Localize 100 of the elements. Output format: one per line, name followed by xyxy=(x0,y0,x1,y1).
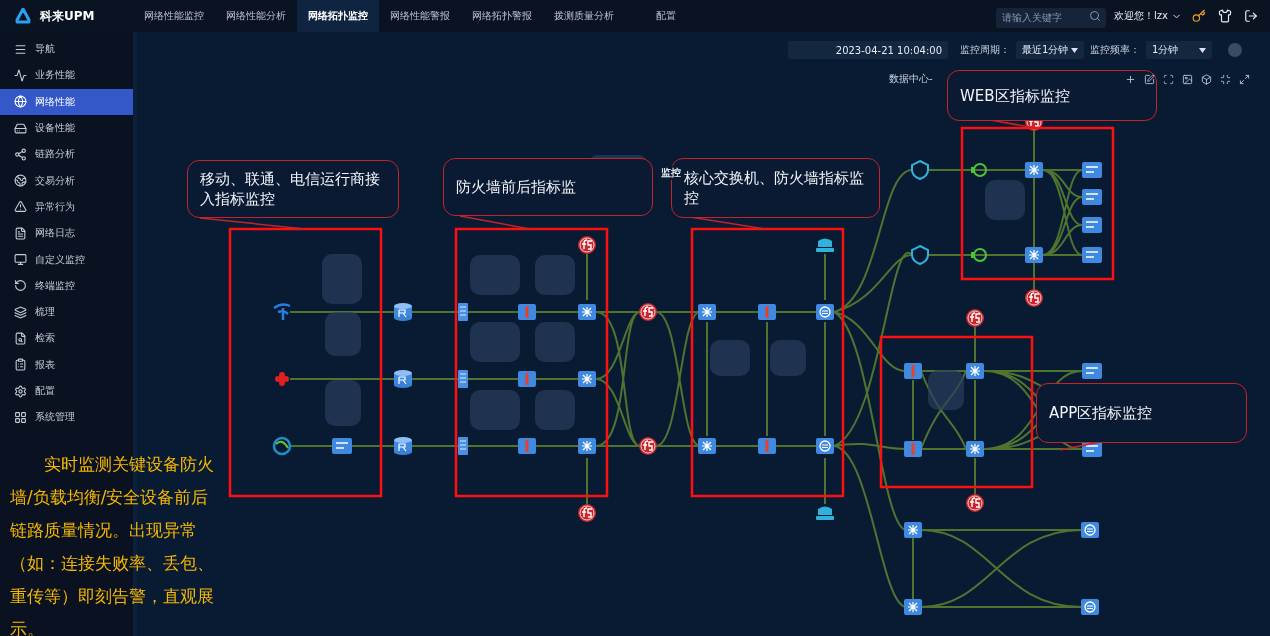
sidebar-item[interactable]: 系统管理 xyxy=(0,404,133,431)
rack-switch-icon[interactable] xyxy=(1082,162,1102,178)
load-balancer-icon[interactable] xyxy=(578,504,596,522)
sidebar-item[interactable]: 配置 xyxy=(0,377,133,405)
grid-icon xyxy=(14,410,27,424)
switch-icon[interactable] xyxy=(578,304,596,320)
nav-tab[interactable]: 网络拓扑警报 xyxy=(461,0,543,32)
monitor-icon xyxy=(14,253,27,266)
sensor-icon[interactable] xyxy=(971,248,987,262)
sidebar-item[interactable]: 检索 xyxy=(0,325,133,352)
blurred-patch xyxy=(535,322,575,362)
router-icon[interactable] xyxy=(394,370,412,388)
telecom-logo-icon[interactable] xyxy=(272,303,292,322)
sidebar-item[interactable]: 异常行为 xyxy=(0,193,133,221)
router-icon[interactable] xyxy=(394,437,412,455)
blurred-patch xyxy=(535,255,575,295)
rotate-icon xyxy=(14,279,27,293)
edit-icon[interactable] xyxy=(1144,73,1155,85)
switch-icon[interactable] xyxy=(698,304,716,320)
minimize-icon[interactable] xyxy=(1220,73,1231,85)
file-search-icon xyxy=(14,331,27,345)
menu-icon xyxy=(14,42,27,56)
sidebar-item[interactable]: 业务性能 xyxy=(0,62,133,89)
rack-switch-icon[interactable] xyxy=(1082,247,1102,263)
sidebar-item[interactable]: 交易分析 xyxy=(0,167,133,194)
time-field[interactable]: 2023-04-21 10:04:00 xyxy=(788,41,948,59)
switch-icon[interactable] xyxy=(904,522,922,538)
switch-icon[interactable] xyxy=(578,371,596,387)
load-balancer-icon[interactable] xyxy=(639,437,657,455)
nav-tab[interactable]: 网络性能警报 xyxy=(379,0,461,32)
rack-switch-icon[interactable] xyxy=(332,438,352,454)
warning-icon xyxy=(14,200,27,214)
security-device-icon[interactable] xyxy=(816,506,834,520)
switch-icon[interactable] xyxy=(966,441,984,457)
blurred-patch xyxy=(470,255,520,295)
load-balancer-icon[interactable] xyxy=(966,309,984,327)
breadcrumb: 数据中心- xyxy=(889,72,933,86)
nav-tab[interactable]: 网络性能分析 xyxy=(215,0,297,32)
sidebar-item[interactable]: 网络性能 xyxy=(0,88,133,115)
security-device-icon[interactable] xyxy=(816,238,834,252)
swirl-logo-icon[interactable] xyxy=(272,436,292,456)
sidebar-item[interactable]: 设备性能 xyxy=(0,114,133,142)
switch-icon[interactable] xyxy=(578,438,596,454)
nav-tab[interactable]: 网络拓扑监控 xyxy=(297,0,379,32)
nav-tab[interactable]: 拨测质量分析 xyxy=(543,0,625,32)
switch-icon[interactable] xyxy=(904,599,922,615)
plus-icon[interactable] xyxy=(1125,73,1136,85)
globe-icon xyxy=(14,95,27,109)
blurred-patch xyxy=(770,340,806,376)
side-label: 监控 xyxy=(660,166,682,180)
load-balancer-icon[interactable] xyxy=(639,303,657,321)
shield-icon[interactable] xyxy=(911,160,929,180)
shield-icon[interactable] xyxy=(911,245,929,265)
sensor-icon[interactable] xyxy=(971,163,987,177)
blurred-patch xyxy=(535,390,575,430)
load-balancer-icon[interactable] xyxy=(966,494,984,512)
rack-switch-icon[interactable] xyxy=(1082,363,1102,379)
switch-icon[interactable] xyxy=(1025,247,1043,263)
blurred-patch xyxy=(985,180,1025,220)
sidebar-item[interactable]: 终端监控 xyxy=(0,272,133,299)
cube-icon[interactable] xyxy=(1201,73,1212,85)
switch-icon[interactable] xyxy=(1025,162,1043,178)
flower-logo-icon[interactable] xyxy=(275,372,289,386)
nav-tab[interactable]: 配置 xyxy=(625,0,707,32)
fullscreen-icon[interactable] xyxy=(1239,73,1250,85)
brand-name: 科来UPM xyxy=(40,7,95,25)
rate-select[interactable]: 1分钟 xyxy=(1146,41,1212,59)
gateway-icon[interactable] xyxy=(1081,522,1099,538)
gateway-icon[interactable] xyxy=(816,304,834,320)
callout-text: APP区指标监控 xyxy=(1036,383,1247,443)
load-balancer-icon[interactable] xyxy=(578,236,596,254)
rack-switch-icon[interactable] xyxy=(1082,189,1102,205)
sidebar-item[interactable]: 链路分析 xyxy=(0,141,133,168)
share-icon xyxy=(14,147,27,161)
gateway-icon[interactable] xyxy=(1081,599,1099,615)
fit-icon[interactable] xyxy=(1163,73,1174,85)
rack-switch-icon[interactable] xyxy=(1082,217,1102,233)
sidebar-item[interactable]: 报表 xyxy=(0,351,133,378)
callout-text: 移动、联通、电信运行商接入指标监控 xyxy=(187,160,399,218)
router-icon[interactable] xyxy=(394,303,412,321)
search-field[interactable]: 请输入关键字 xyxy=(996,7,1107,28)
sidebar-item[interactable]: 梳理 xyxy=(0,298,133,326)
switch-icon[interactable] xyxy=(698,438,716,454)
user-menu[interactable]: 欢迎您！lzx xyxy=(1114,0,1182,32)
blurred-patch xyxy=(325,380,361,426)
blurred-patch xyxy=(710,340,750,376)
sidebar-item[interactable]: 自定义监控 xyxy=(0,246,133,273)
search-icon[interactable] xyxy=(1089,10,1102,22)
gateway-icon[interactable] xyxy=(816,438,834,454)
sidebar-item[interactable]: 导航 xyxy=(0,36,133,63)
image-icon[interactable] xyxy=(1182,73,1193,85)
blurred-patch xyxy=(322,254,362,304)
period-select[interactable]: 最近1分钟 xyxy=(1016,41,1084,59)
sidebar-item[interactable]: 网络日志 xyxy=(0,220,133,247)
switch-icon[interactable] xyxy=(966,363,984,379)
globe-icon xyxy=(14,174,27,188)
clipboard-icon xyxy=(14,358,27,372)
nav-tab[interactable]: 网络性能监控 xyxy=(133,0,215,32)
load-balancer-icon[interactable] xyxy=(1025,289,1043,307)
period-label: 监控周期： xyxy=(960,43,1010,57)
